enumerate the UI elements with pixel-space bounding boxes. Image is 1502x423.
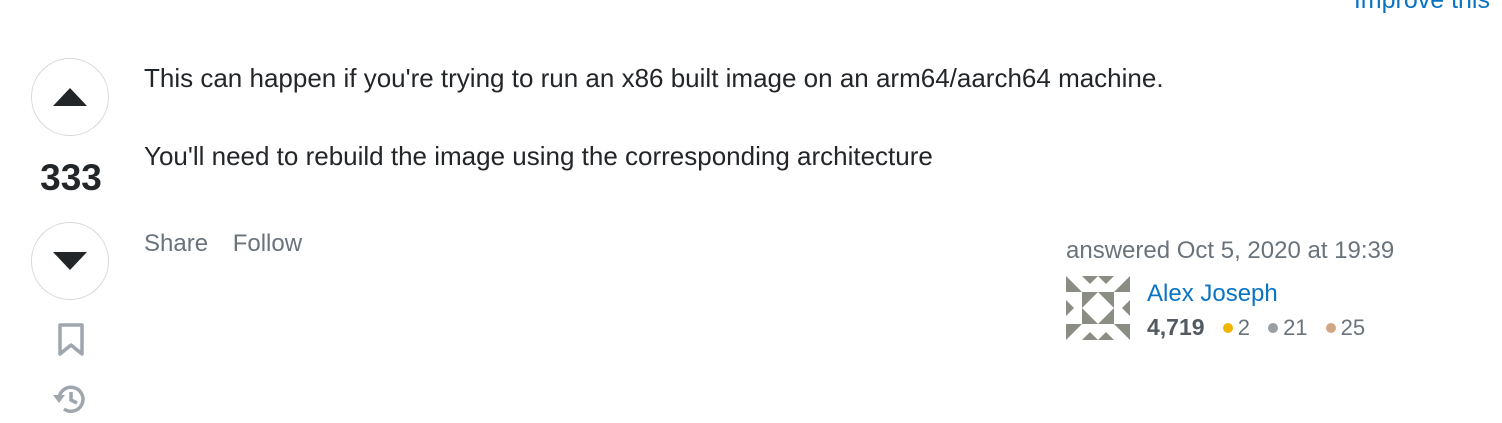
gold-badge-count: 2 [1237, 315, 1250, 340]
identicon-avatar-icon [1066, 276, 1130, 340]
gold-badge-icon [1222, 322, 1233, 333]
user-name-link[interactable]: Alex Joseph [1147, 280, 1278, 308]
answer-body: This can happen if you're trying to run … [144, 58, 1444, 176]
follow-link[interactable]: Follow [233, 230, 302, 257]
bronze-badge-icon [1325, 322, 1336, 333]
silver-badge-icon [1268, 322, 1279, 333]
share-link[interactable]: Share [144, 230, 208, 257]
triangle-down-icon [53, 252, 87, 270]
user-avatar[interactable] [1066, 276, 1130, 340]
answer-paragraph: This can happen if you're trying to run … [144, 63, 1164, 93]
gold-badge: 2 [1222, 315, 1250, 340]
activity-history-button[interactable] [52, 380, 90, 418]
reputation-score: 4,719 [1147, 314, 1205, 340]
silver-badge-count: 21 [1283, 315, 1308, 340]
history-icon [53, 385, 85, 413]
improve-answer-link[interactable]: Improve this [1354, 0, 1490, 15]
bookmark-icon [58, 323, 84, 356]
silver-badge: 21 [1268, 315, 1308, 340]
answer-paragraph: You'll need to rebuild the image using t… [144, 141, 933, 171]
answer-timestamp: answered Oct 5, 2020 at 19:39 [1066, 237, 1395, 264]
user-reputation: 4,719 2 21 25 [1147, 314, 1365, 341]
bronze-badge-count: 25 [1340, 315, 1366, 340]
vote-count: 333 [40, 157, 102, 198]
bookmark-button[interactable] [57, 323, 85, 357]
upvote-button[interactable] [31, 58, 109, 136]
downvote-button[interactable] [31, 222, 109, 300]
post-menu: Share Follow [144, 230, 302, 258]
user-info-card: answered Oct 5, 2020 at 19:39 Alex Josep… [1066, 236, 1466, 340]
bronze-badge: 25 [1325, 315, 1366, 340]
triangle-up-icon [53, 88, 87, 106]
